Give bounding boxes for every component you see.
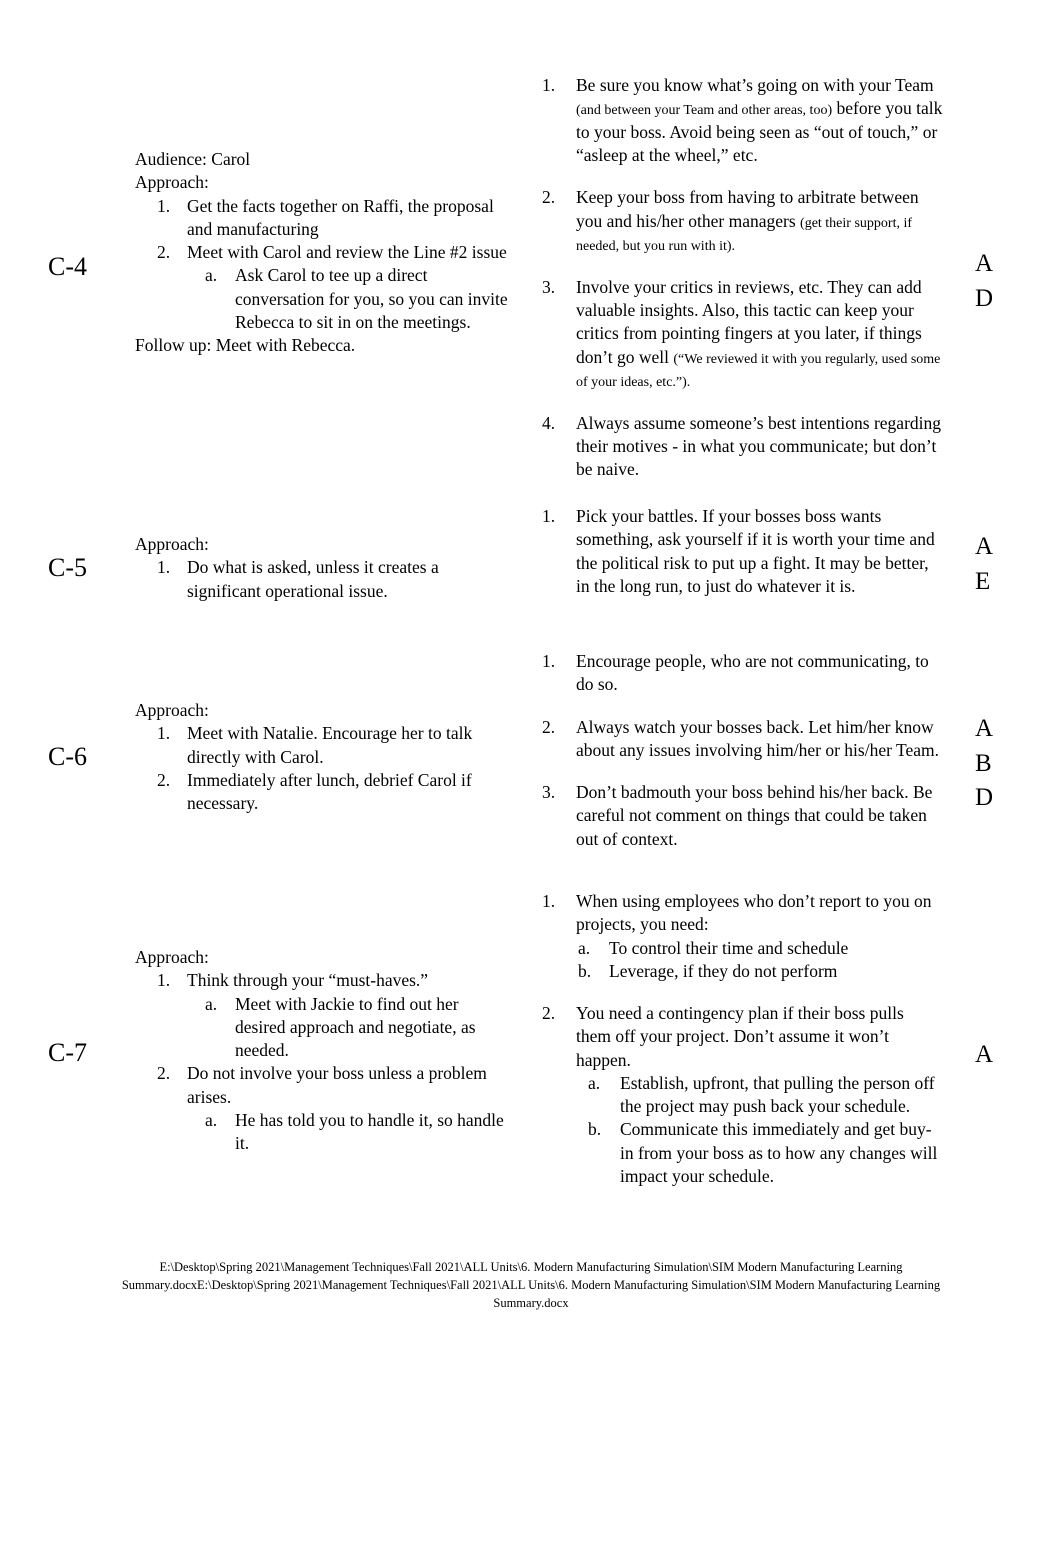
- approach-label-c4: Approach:: [135, 172, 209, 193]
- list-item: Keep your boss from having to arbitrate …: [528, 186, 943, 256]
- list-item: Pick your battles. If your bosses boss w…: [528, 505, 943, 598]
- approach-label-c5: Approach:: [135, 534, 209, 554]
- list-item: Be sure you know what’s going on with yo…: [528, 74, 943, 167]
- footer-file-path: E:\Desktop\Spring 2021\Management Techni…: [121, 1260, 941, 1311]
- list-item-text: Do what is asked, unless it creates a si…: [187, 557, 439, 601]
- list-item: To control their time and schedule: [576, 937, 943, 961]
- list-item-text: Don’t badmouth your boss behind his/her …: [576, 782, 933, 849]
- list-item-text: Establish, upfront, that pulling the per…: [620, 1072, 935, 1117]
- list-item: Think through your “must-haves.” Meet wi…: [135, 969, 510, 1062]
- letter-codes-c5: A E: [975, 533, 994, 595]
- follow-up-line-c4: Follow up: Meet with Rebecca.: [135, 335, 356, 356]
- list-item: Immediately after lunch, debrief Carol i…: [135, 769, 510, 816]
- list-item-text: Always watch your bosses back. Let him/h…: [576, 716, 939, 760]
- principles-list-c4: Be sure you know what’s going on with yo…: [528, 74, 943, 482]
- approach-list-c7: Think through your “must-haves.” Meet wi…: [135, 969, 510, 1155]
- right-cell-c5: Pick your battles. If your bosses boss w…: [528, 505, 943, 598]
- list-item-text: Encourage people, who are not communicat…: [576, 651, 929, 695]
- list-item: Involve your critics in reviews, etc. Th…: [528, 276, 943, 393]
- list-item-text: To control their time and schedule: [609, 937, 849, 958]
- row-code-c4: C-4: [48, 252, 87, 281]
- audience-line-c4: Audience: Carol: [135, 149, 251, 169]
- approach-list-c4: Get the facts together on Raffi, the pro…: [135, 195, 510, 335]
- list-item-text: Do not involve your boss unless a proble…: [187, 1063, 487, 1107]
- approach-sublist-c7-2: He has told you to handle it, so handle …: [187, 1109, 510, 1156]
- list-item-text: Be sure you know what’s going on with yo…: [576, 75, 934, 95]
- list-item: Meet with Carol and review the Line #2 i…: [135, 241, 510, 334]
- approach-label-c6: Approach:: [135, 700, 209, 720]
- list-item-text: Pick your battles. If your bosses boss w…: [576, 506, 935, 596]
- left-cell-c4: Audience: Carol Approach: Get the facts …: [135, 74, 510, 357]
- list-item-text: Meet with Carol and review the Line #2 i…: [187, 242, 507, 263]
- list-item: Do not involve your boss unless a proble…: [135, 1062, 510, 1155]
- principles-list-c6: Encourage people, who are not communicat…: [528, 650, 943, 851]
- list-item: He has told you to handle it, so handle …: [187, 1109, 510, 1156]
- approach-label-c7: Approach:: [135, 947, 209, 967]
- right-cell-c4: Be sure you know what’s going on with yo…: [528, 74, 943, 482]
- letter-codes-c6: A B D: [975, 715, 994, 811]
- letter-codes-c4: A D: [975, 250, 994, 312]
- principles-sublist-c7-2: Establish, upfront, that pulling the per…: [576, 1072, 943, 1188]
- left-cell-c7: Approach: Think through your “must-haves…: [135, 890, 510, 1155]
- section-row-c6: C-6 Approach: Meet with Natalie. Encoura…: [0, 650, 1062, 851]
- right-cell-c6: Encourage people, who are not communicat…: [528, 650, 943, 851]
- principles-list-c7: When using employees who don’t report to…: [528, 890, 943, 1188]
- list-item: Meet with Natalie. Encourage her to talk…: [135, 722, 510, 769]
- left-cell-c6: Approach: Meet with Natalie. Encourage h…: [135, 650, 510, 815]
- list-item: Always assume someone’s best intentions …: [528, 412, 943, 482]
- section-row-c4: C-4 Audience: Carol Approach: Get the fa…: [0, 74, 1062, 482]
- letter-codes-c7: A: [975, 1041, 994, 1068]
- approach-list-c6: Meet with Natalie. Encourage her to talk…: [135, 722, 510, 815]
- document-page: C-4 Audience: Carol Approach: Get the fa…: [0, 0, 1062, 1556]
- list-item: When using employees who don’t report to…: [528, 890, 943, 983]
- list-item-text: When using employees who don’t report to…: [576, 891, 932, 935]
- principles-sublist-c7-1: To control their time and schedule Lever…: [576, 937, 943, 984]
- list-item: You need a contingency plan if their bos…: [528, 1002, 943, 1188]
- row-code-c6: C-6: [48, 742, 87, 771]
- list-item-note: (and between your Team and other areas, …: [576, 103, 833, 119]
- list-item-text: Leverage, if they do not perform: [609, 960, 838, 981]
- section-row-c5: C-5 Approach: Do what is asked, unless i…: [0, 505, 1062, 603]
- list-item: Don’t badmouth your boss behind his/her …: [528, 781, 943, 851]
- list-item-text: Always assume someone’s best intentions …: [576, 412, 942, 480]
- right-cell-c7: When using employees who don’t report to…: [528, 890, 943, 1188]
- list-item: Ask Carol to tee up a direct conversatio…: [187, 264, 510, 334]
- list-item: Communicate this immediately and get buy…: [576, 1118, 943, 1188]
- principles-list-c5: Pick your battles. If your bosses boss w…: [528, 505, 943, 598]
- list-item-text: Ask Carol to tee up a direct conversatio…: [235, 265, 508, 332]
- list-item-text: He has told you to handle it, so handle …: [235, 1109, 504, 1154]
- list-item: Leverage, if they do not perform: [576, 960, 943, 984]
- row-code-c5: C-5: [48, 553, 87, 582]
- list-item: Encourage people, who are not communicat…: [528, 650, 943, 697]
- list-item-text: Communicate this immediately and get buy…: [620, 1119, 938, 1186]
- list-item-text: Meet with Natalie. Encourage her to talk…: [187, 723, 473, 767]
- list-item-text: Think through your “must-haves.”: [187, 970, 429, 991]
- list-item: Meet with Jackie to find out her desired…: [187, 993, 510, 1063]
- list-item: Do what is asked, unless it creates a si…: [135, 556, 510, 603]
- approach-sublist-c4: Ask Carol to tee up a direct conversatio…: [187, 264, 510, 334]
- section-row-c7: C-7 Approach: Think through your “must-h…: [0, 890, 1062, 1188]
- approach-sublist-c7-1: Meet with Jackie to find out her desired…: [187, 993, 510, 1063]
- row-code-c7: C-7: [48, 1038, 87, 1067]
- list-item-text: Get the facts together on Raffi, the pro…: [187, 195, 494, 239]
- list-item-text: Immediately after lunch, debrief Carol i…: [187, 769, 472, 814]
- list-item-text: You need a contingency plan if their bos…: [576, 1003, 904, 1070]
- list-item: Get the facts together on Raffi, the pro…: [135, 195, 510, 242]
- approach-list-c5: Do what is asked, unless it creates a si…: [135, 556, 510, 603]
- list-item-text: Meet with Jackie to find out her desired…: [235, 993, 476, 1061]
- left-cell-c5: Approach: Do what is asked, unless it cr…: [135, 505, 510, 603]
- list-item: Always watch your bosses back. Let him/h…: [528, 716, 943, 763]
- list-item: Establish, upfront, that pulling the per…: [576, 1072, 943, 1119]
